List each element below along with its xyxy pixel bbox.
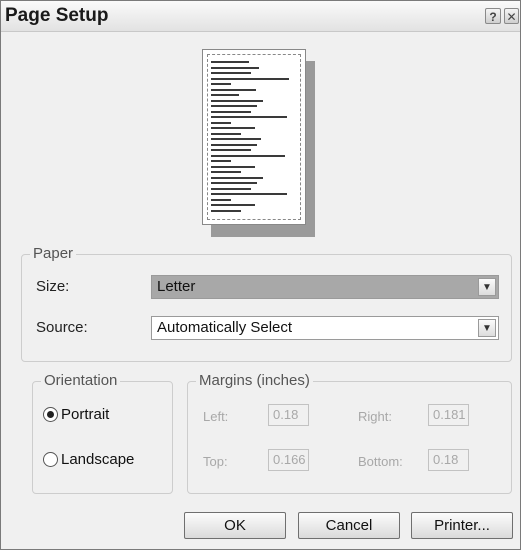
window-title: Page Setup [5,5,109,26]
close-icon[interactable]: ✕ [504,8,519,24]
preview-text-line [211,83,231,85]
preview-text-line [211,116,287,118]
preview-text-line [211,105,257,107]
right-margin-label: Right: [358,409,392,424]
preview-text-line [211,77,289,80]
orientation-legend: Orientation [41,372,121,389]
preview-text-line [211,143,257,146]
paper-group: Paper Size: Letter ▼ Source: Automatical… [21,245,512,362]
orientation-group: Orientation Portrait Landscape [32,372,173,494]
preview-text-line [211,110,251,113]
top-margin-label: Top: [203,454,228,469]
size-value: Letter [157,278,196,295]
title-bar: Page Setup ? ✕ [1,1,520,32]
preview-text-line [211,209,241,212]
portrait-radio[interactable] [43,407,58,422]
preview-text-line [211,187,251,190]
preview-text-line [211,88,256,91]
printer-button[interactable]: Printer... [411,512,513,539]
size-dropdown[interactable]: Letter ▼ [151,275,499,299]
preview-text-line [211,61,249,63]
right-margin-input[interactable]: 0.181 [428,404,469,426]
portrait-label: Portrait [61,406,110,423]
help-icon[interactable]: ? [485,8,501,24]
left-margin-label: Left: [203,409,229,424]
page-preview [202,49,306,225]
preview-text-line [211,138,261,140]
margins-legend: Margins (inches) [196,372,313,389]
preview-text-line [211,193,287,195]
preview-printable-area [207,54,301,220]
ok-button[interactable]: OK [184,512,286,539]
paper-legend: Paper [30,245,77,262]
preview-text-line [211,127,255,129]
chevron-down-icon[interactable]: ▼ [478,319,496,337]
preview-text-line [211,72,251,74]
bottom-margin-input[interactable]: 0.18 [428,449,469,471]
preview-text-line [211,165,255,168]
preview-text-line [211,94,239,96]
size-label: Size: [36,278,70,295]
preview-text-line [211,160,231,162]
source-value: Automatically Select [157,319,293,336]
margins-group: Margins (inches) Left: 0.18 Right: 0.181… [187,372,512,494]
preview-text-line [211,149,251,151]
left-margin-input[interactable]: 0.18 [268,404,309,426]
preview-text-line [211,121,231,124]
preview-text-line [211,171,241,173]
preview-text-line [211,132,241,135]
preview-text-line [211,66,259,69]
radio-selected-dot [47,411,54,418]
preview-text-line [211,154,285,157]
preview-text-line [211,99,263,102]
preview-text-line [211,176,263,179]
landscape-label: Landscape [61,451,135,468]
preview-text-line [211,204,255,206]
page-setup-dialog: Page Setup ? ✕ Paper Size: Letter ▼ Sour… [0,0,521,550]
cancel-button[interactable]: Cancel [298,512,400,539]
preview-text-line [211,198,231,201]
top-margin-input[interactable]: 0.166 [268,449,309,471]
preview-text-line [211,182,257,184]
bottom-margin-label: Bottom: [358,454,403,469]
chevron-down-icon[interactable]: ▼ [478,278,496,296]
source-label: Source: [36,319,88,336]
source-dropdown[interactable]: Automatically Select ▼ [151,316,499,340]
landscape-radio[interactable] [43,452,58,467]
